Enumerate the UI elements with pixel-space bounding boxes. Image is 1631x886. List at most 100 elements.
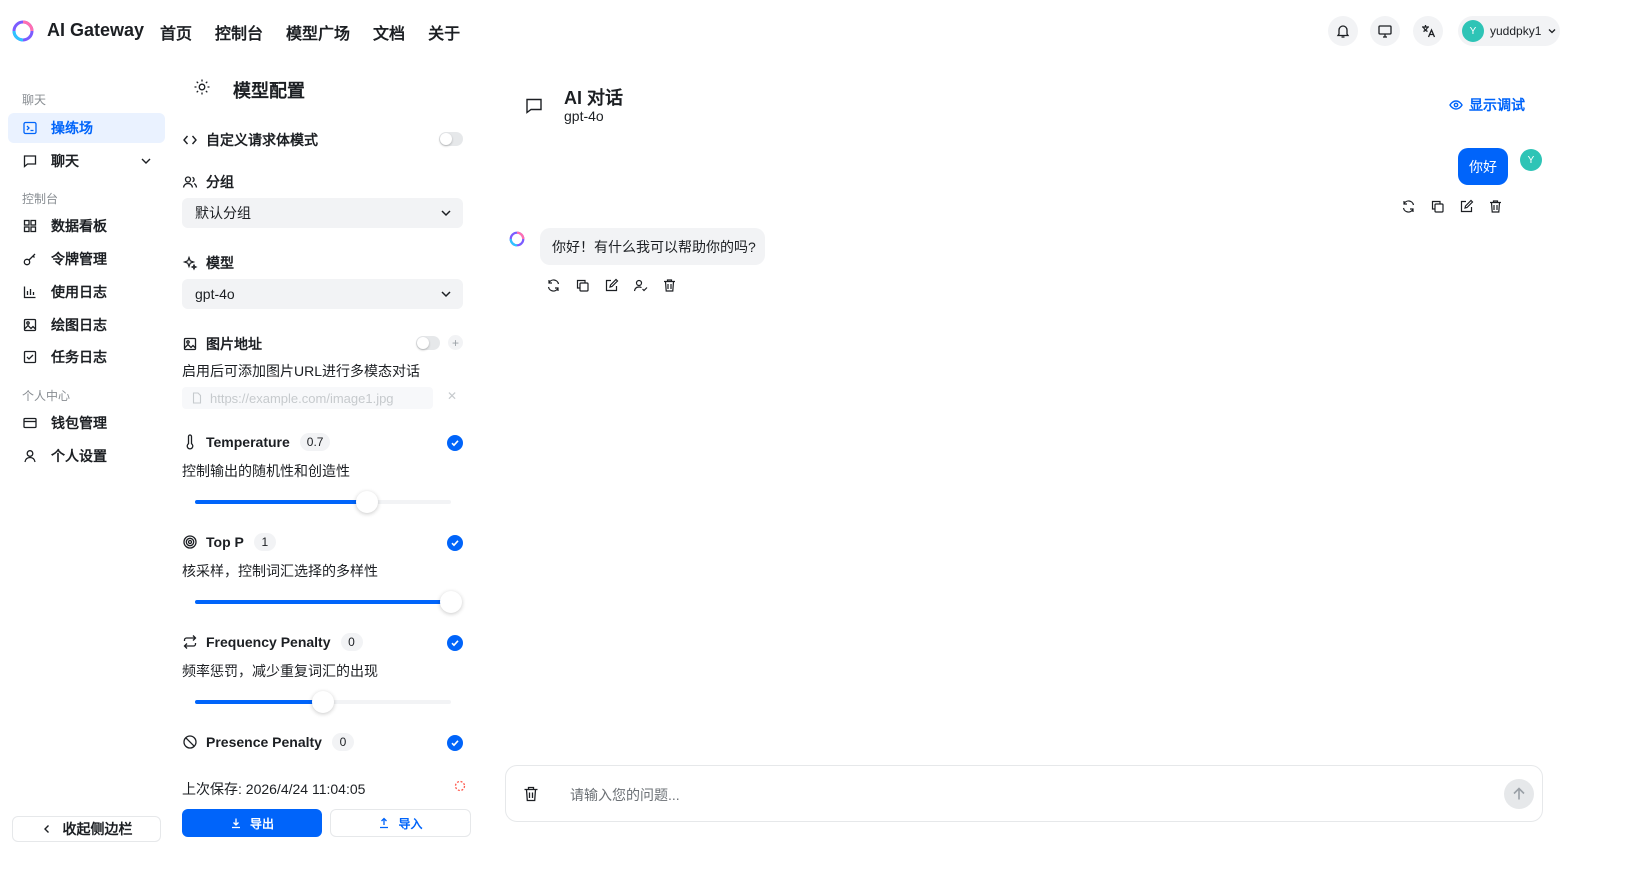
switch-role-icon[interactable] [633, 278, 648, 293]
temperature-checkbox[interactable] [447, 435, 463, 451]
sidebar-item-drawing-log[interactable]: 绘图日志 [8, 310, 165, 340]
edit-icon[interactable] [604, 278, 619, 293]
copy-icon[interactable] [1430, 199, 1445, 214]
last-save-text: 上次保存: 2026/4/24 11:04:05 [182, 781, 366, 797]
trash-icon[interactable] [662, 278, 677, 293]
upload-icon [380, 817, 389, 829]
slider-thumb[interactable] [440, 591, 462, 613]
image-url-toggle[interactable] [416, 336, 440, 350]
check-icon [451, 640, 459, 647]
section-label-chat: 聊天 [22, 93, 47, 107]
file-icon [192, 392, 202, 404]
custom-body-row: 自定义请求体模式 [182, 130, 318, 150]
slider-thumb[interactable] [355, 491, 378, 513]
import-button[interactable]: 导入 [330, 809, 471, 837]
config-title: 模型配置 [233, 81, 305, 101]
target-icon [183, 535, 197, 549]
nav-about[interactable]: 关于 [428, 20, 460, 44]
sidebar-item-dashboard[interactable]: 数据看板 [8, 211, 165, 241]
top-p-checkbox[interactable] [447, 535, 463, 551]
user-icon [24, 450, 36, 463]
send-button[interactable] [1504, 779, 1534, 809]
group-label: 分组 [206, 174, 234, 190]
brand-name[interactable]: AI Gateway [47, 20, 144, 41]
image-icon [183, 337, 197, 351]
frequency-penalty-row: Frequency Penalty 0 [182, 633, 363, 651]
frequency-penalty-badge: 0 [340, 633, 363, 651]
sidebar-item-wallet[interactable]: 钱包管理 [8, 408, 165, 438]
clear-chat-icon[interactable] [522, 785, 540, 803]
import-label: 导入 [398, 816, 423, 831]
arrow-up-icon [1513, 787, 1525, 800]
collapse-sidebar-button[interactable]: 收起侧边栏 [12, 816, 161, 842]
group-value: 默认分组 [195, 205, 251, 221]
edit-icon[interactable] [1459, 199, 1474, 214]
bot-avatar-icon [509, 231, 525, 247]
image-url-placeholder: https://example.com/image1.jpg [210, 390, 394, 406]
temperature-desc: 控制输出的随机性和创造性 [182, 463, 350, 479]
sidebar-item-settings[interactable]: 个人设置 [8, 441, 165, 471]
chevron-down-icon [441, 291, 451, 298]
nav-docs[interactable]: 文档 [373, 20, 405, 44]
sparkles-icon [182, 255, 198, 271]
group-row: 分组 [182, 172, 234, 192]
sidebar-item-label: 绘图日志 [51, 317, 107, 333]
copy-icon[interactable] [575, 278, 590, 293]
image-url-input[interactable]: https://example.com/image1.jpg [182, 387, 433, 409]
nav-home[interactable]: 首页 [160, 20, 192, 44]
temperature-row: Temperature 0.7 [182, 433, 331, 451]
sidebar-item-playground[interactable]: 操练场 [8, 113, 165, 143]
section-label-personal: 个人中心 [22, 389, 71, 403]
sidebar-item-label: 聊天 [51, 153, 79, 169]
slider-thumb[interactable] [312, 691, 334, 713]
sidebar-item-label: 使用日志 [51, 284, 107, 300]
language-button[interactable] [1413, 16, 1443, 46]
nav-model-square[interactable]: 模型广场 [286, 20, 350, 44]
group-select[interactable]: 默认分组 [182, 198, 463, 228]
sidebar-item-usage-log[interactable]: 使用日志 [8, 277, 165, 307]
notification-button[interactable] [1328, 16, 1358, 46]
terminal-icon [23, 121, 37, 135]
chat-input[interactable]: 请输入您的问题... [570, 785, 680, 805]
frequency-penalty-slider[interactable] [195, 691, 451, 713]
add-image-button[interactable]: + [448, 335, 463, 350]
frequency-penalty-desc: 频率惩罚，减少重复词汇的出现 [182, 663, 378, 679]
avatar: Y [1462, 20, 1484, 42]
frequency-penalty-checkbox[interactable] [447, 635, 463, 651]
presence-penalty-checkbox[interactable] [447, 735, 463, 751]
chat-model: gpt-4o [564, 108, 604, 124]
nav-console[interactable]: 控制台 [215, 20, 263, 44]
thermometer-icon [186, 434, 194, 450]
repeat-icon [183, 635, 197, 649]
top-p-slider[interactable] [195, 591, 462, 613]
model-config-panel: 模型配置 自定义请求体模式 分组 默认分组 模型 gpt-4o 图片地址 + 启… [175, 62, 475, 886]
chat-area: AI 对话 gpt-4o 显示调试 你好 Y 你好！有什么我可以帮助你的吗? 请… [475, 62, 1631, 886]
theme-button[interactable] [1370, 16, 1400, 46]
key-icon [23, 253, 36, 266]
chat-title: AI 对话 [564, 88, 624, 108]
translate-icon [1422, 25, 1436, 38]
user-message-actions [1401, 199, 1503, 214]
refresh-icon[interactable] [546, 278, 561, 293]
sidebar-item-tokens[interactable]: 令牌管理 [8, 244, 165, 274]
trash-icon[interactable] [1488, 199, 1503, 214]
user-menu[interactable]: Y yuddpky1 [1458, 16, 1560, 46]
chat-input-box: 请输入您的问题... [505, 765, 1543, 822]
gear-icon [194, 79, 210, 95]
show-debug-button[interactable]: 显示调试 [1449, 95, 1525, 115]
sidebar-item-label: 操练场 [51, 120, 93, 136]
sidebar-item-task-log[interactable]: 任务日志 [8, 342, 165, 372]
temperature-slider[interactable] [195, 491, 451, 513]
model-select[interactable]: gpt-4o [182, 279, 463, 309]
slider-fill [195, 600, 451, 604]
clear-image-icon[interactable]: ✕ [447, 389, 457, 403]
refresh-icon[interactable] [1401, 199, 1416, 214]
logo-icon [12, 20, 34, 42]
image-url-label: 图片地址 [206, 336, 262, 352]
image-url-desc: 启用后可添加图片URL进行多模态对话 [182, 363, 421, 379]
ban-icon [183, 735, 197, 749]
sidebar-item-label: 数据看板 [51, 218, 107, 234]
sidebar-item-chat[interactable]: 聊天 [8, 146, 165, 176]
custom-body-toggle[interactable] [439, 132, 463, 146]
export-button[interactable]: 导出 [182, 809, 322, 837]
